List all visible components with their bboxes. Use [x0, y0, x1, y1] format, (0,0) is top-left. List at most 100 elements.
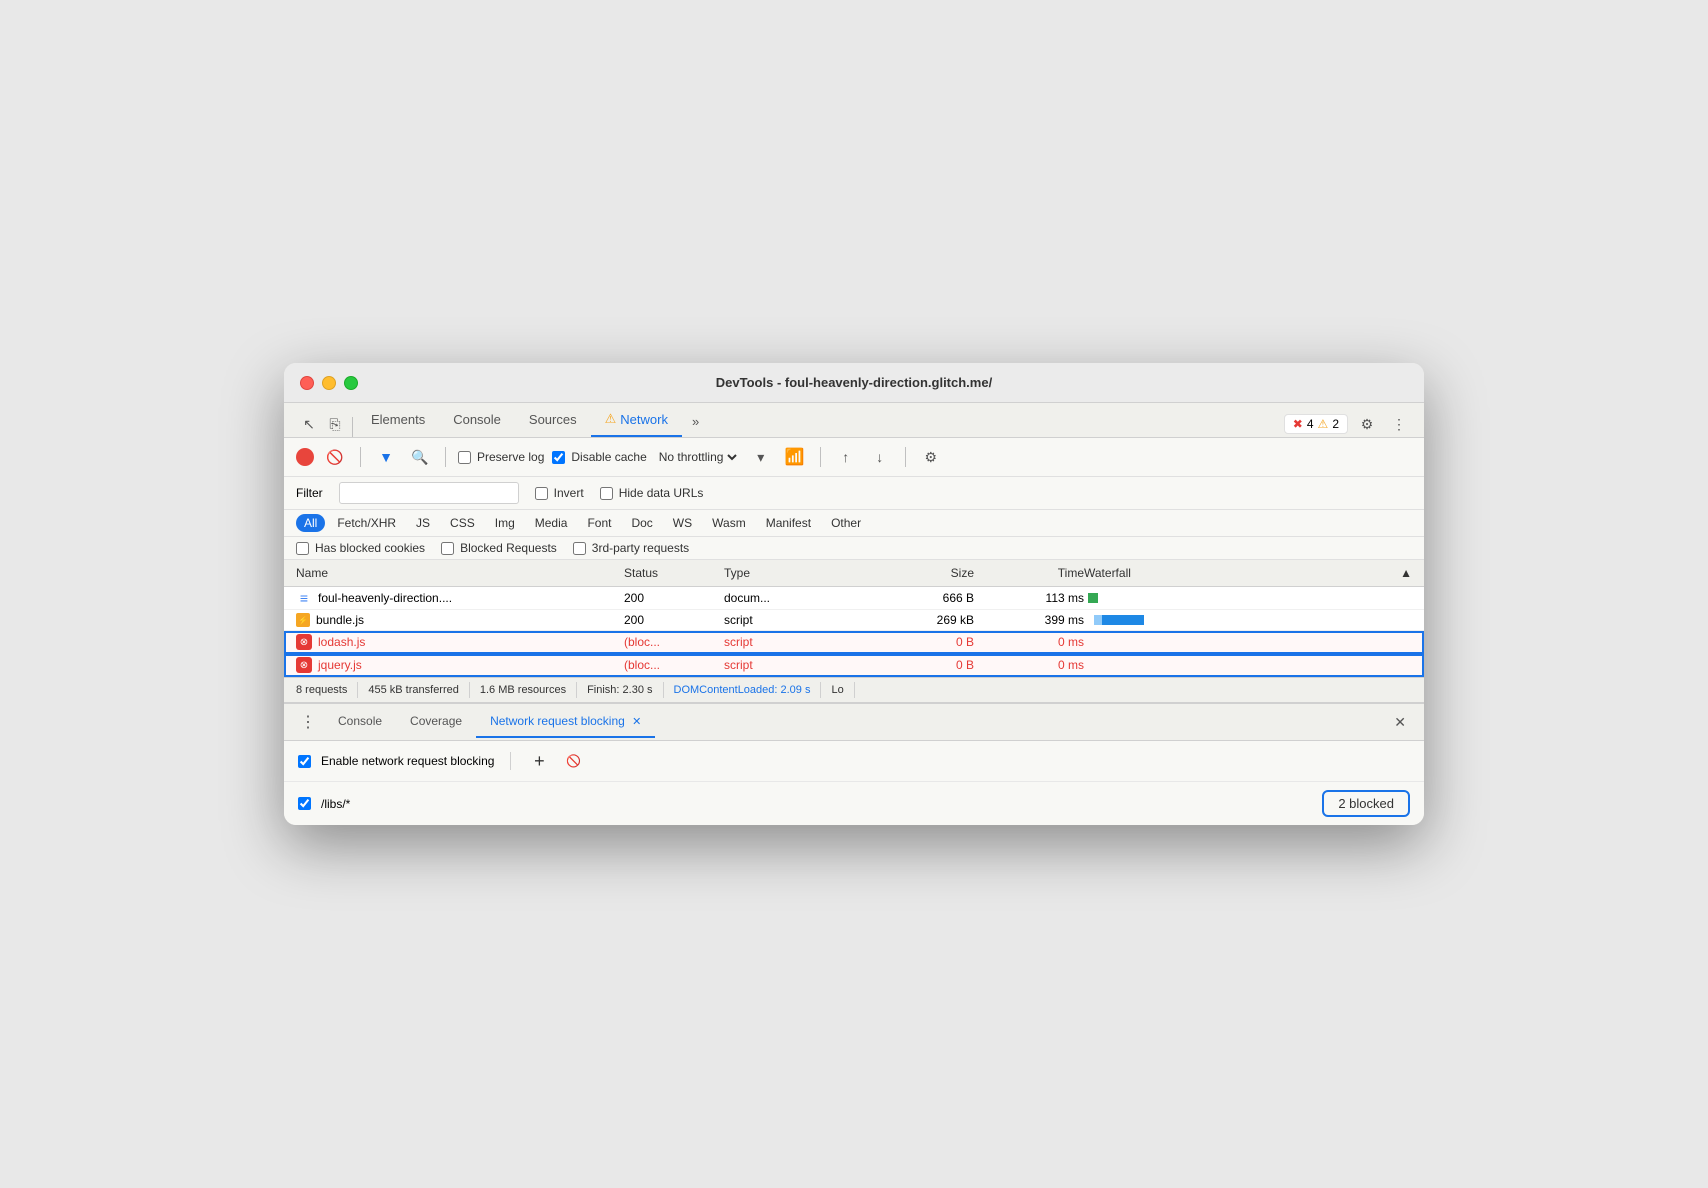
- blocked-requests-input[interactable]: [441, 542, 454, 555]
- tab-console[interactable]: Console: [439, 404, 515, 437]
- enable-blocking-checkbox[interactable]: [298, 755, 311, 768]
- close-button[interactable]: [300, 376, 314, 390]
- separator: [352, 417, 353, 437]
- third-party-input[interactable]: [573, 542, 586, 555]
- panel-close-icon[interactable]: ✕: [1384, 706, 1416, 739]
- type-col: script: [724, 658, 864, 672]
- device-icon[interactable]: ⎘: [322, 411, 348, 437]
- disable-cache-input[interactable]: [552, 451, 565, 464]
- blocked-cookies-input[interactable]: [296, 542, 309, 555]
- filter-icon[interactable]: ▼: [373, 444, 399, 470]
- col-time[interactable]: Time: [974, 564, 1084, 582]
- bottom-tab-coverage[interactable]: Coverage: [396, 706, 476, 738]
- status-col: 200: [624, 591, 724, 605]
- network-settings-icon[interactable]: ⚙: [918, 444, 944, 470]
- bottom-tab-console[interactable]: Console: [324, 706, 396, 738]
- type-btn-font[interactable]: Font: [579, 514, 619, 532]
- bottom-tab-bar: ⋮ Console Coverage Network request block…: [284, 704, 1424, 741]
- error-count: 4: [1307, 417, 1314, 431]
- table-row[interactable]: ≡ foul-heavenly-direction.... 200 docum.…: [284, 587, 1424, 610]
- bottom-menu-icon[interactable]: ⋮: [292, 704, 324, 740]
- filter-row: Filter Invert Hide data URLs: [284, 477, 1424, 510]
- tab-elements[interactable]: Elements: [357, 404, 439, 437]
- tab-sources[interactable]: Sources: [515, 404, 591, 437]
- table-row-blocked[interactable]: ⊗ jquery.js (bloc... script 0 B 0 ms: [284, 654, 1424, 677]
- hide-data-urls-checkbox[interactable]: Hide data URLs: [600, 486, 704, 500]
- type-btn-img[interactable]: Img: [487, 514, 523, 532]
- minimize-button[interactable]: [322, 376, 336, 390]
- finish-status: Finish: 2.30 s: [577, 682, 663, 698]
- enable-blocking-label: Enable network request blocking: [321, 754, 494, 768]
- settings-icon[interactable]: ⚙: [1354, 411, 1380, 437]
- type-btn-all[interactable]: All: [296, 514, 325, 532]
- more-vert-icon[interactable]: ⋮: [1386, 411, 1412, 437]
- pattern-checkbox[interactable]: [298, 797, 311, 810]
- separator: [820, 447, 821, 467]
- col-name[interactable]: Name: [296, 564, 624, 582]
- type-btn-doc[interactable]: Doc: [623, 514, 660, 532]
- throttle-dropdown-icon[interactable]: ▾: [748, 444, 774, 470]
- cursor-icon[interactable]: ↖: [296, 411, 322, 437]
- table-row[interactable]: ⚡ bundle.js 200 script 269 kB 399 ms: [284, 610, 1424, 631]
- status-col: (bloc...: [624, 658, 724, 672]
- blocking-controls-row: Enable network request blocking + 🚫: [284, 741, 1424, 782]
- type-btn-js[interactable]: JS: [408, 514, 438, 532]
- waterfall-bar: [1084, 592, 1412, 604]
- col-type[interactable]: Type: [724, 564, 864, 582]
- separator: [360, 447, 361, 467]
- record-button[interactable]: [296, 448, 314, 466]
- invert-checkbox[interactable]: Invert: [535, 486, 584, 500]
- tab-more[interactable]: »: [682, 406, 709, 437]
- bar-teal: [1102, 615, 1144, 625]
- blocked-cookies-checkbox[interactable]: Has blocked cookies: [296, 541, 425, 555]
- col-waterfall[interactable]: Waterfall ▲: [1084, 564, 1412, 582]
- type-btn-media[interactable]: Media: [527, 514, 576, 532]
- type-col: docum...: [724, 591, 864, 605]
- col-status[interactable]: Status: [624, 564, 724, 582]
- clear-icon[interactable]: 🚫: [322, 444, 348, 470]
- upload-icon[interactable]: ↑: [833, 444, 859, 470]
- blocked-icon: ⊗: [296, 657, 312, 673]
- tab-network[interactable]: ⚠ Network: [591, 403, 682, 437]
- col-size[interactable]: Size: [864, 564, 974, 582]
- invert-input[interactable]: [535, 487, 548, 500]
- disable-cache-checkbox[interactable]: Disable cache: [552, 450, 646, 464]
- add-pattern-button[interactable]: +: [527, 749, 551, 773]
- table-row-blocked[interactable]: ⊗ lodash.js (bloc... script 0 B 0 ms: [284, 631, 1424, 654]
- throttle-select[interactable]: No throttling Slow 3G Fast 3G: [655, 449, 740, 465]
- type-btn-ws[interactable]: WS: [665, 514, 700, 532]
- cancel-all-button[interactable]: 🚫: [561, 749, 585, 773]
- tab-close-icon[interactable]: ✕: [632, 716, 641, 728]
- warning-count: 2: [1332, 417, 1339, 431]
- third-party-checkbox[interactable]: 3rd-party requests: [573, 541, 689, 555]
- preserve-log-input[interactable]: [458, 451, 471, 464]
- size-col: 666 B: [864, 591, 974, 605]
- wifi-icon[interactable]: 📶: [782, 444, 808, 470]
- preserve-log-checkbox[interactable]: Preserve log: [458, 450, 544, 464]
- blocked-requests-checkbox[interactable]: Blocked Requests: [441, 541, 557, 555]
- table-body: ≡ foul-heavenly-direction.... 200 docum.…: [284, 587, 1424, 677]
- search-icon[interactable]: 🔍: [407, 444, 433, 470]
- row-name-col: ≡ foul-heavenly-direction....: [296, 590, 624, 606]
- maximize-button[interactable]: [344, 376, 358, 390]
- download-icon[interactable]: ↓: [867, 444, 893, 470]
- blocked-icon: ⊗: [296, 634, 312, 650]
- time-col: 0 ms: [974, 658, 1084, 672]
- filter-label: Filter: [296, 486, 323, 500]
- window-title: DevTools - foul-heavenly-direction.glitc…: [716, 375, 992, 390]
- type-btn-css[interactable]: CSS: [442, 514, 483, 532]
- time-col: 399 ms: [974, 613, 1084, 627]
- error-count-badge[interactable]: ✖ 4 ⚠ 2: [1284, 414, 1348, 434]
- filter-input[interactable]: [339, 482, 519, 504]
- blocking-list-item[interactable]: /libs/* 2 blocked: [284, 782, 1424, 825]
- type-btn-manifest[interactable]: Manifest: [758, 514, 819, 532]
- row-name-col: ⊗ jquery.js: [296, 657, 624, 673]
- hide-data-urls-input[interactable]: [600, 487, 613, 500]
- separator: [905, 447, 906, 467]
- bottom-tab-network-blocking[interactable]: Network request blocking ✕: [476, 706, 655, 738]
- file-name: foul-heavenly-direction....: [318, 591, 452, 605]
- type-btn-wasm[interactable]: Wasm: [704, 514, 754, 532]
- type-btn-fetch[interactable]: Fetch/XHR: [329, 514, 404, 532]
- type-btn-other[interactable]: Other: [823, 514, 869, 532]
- separator: [445, 447, 446, 467]
